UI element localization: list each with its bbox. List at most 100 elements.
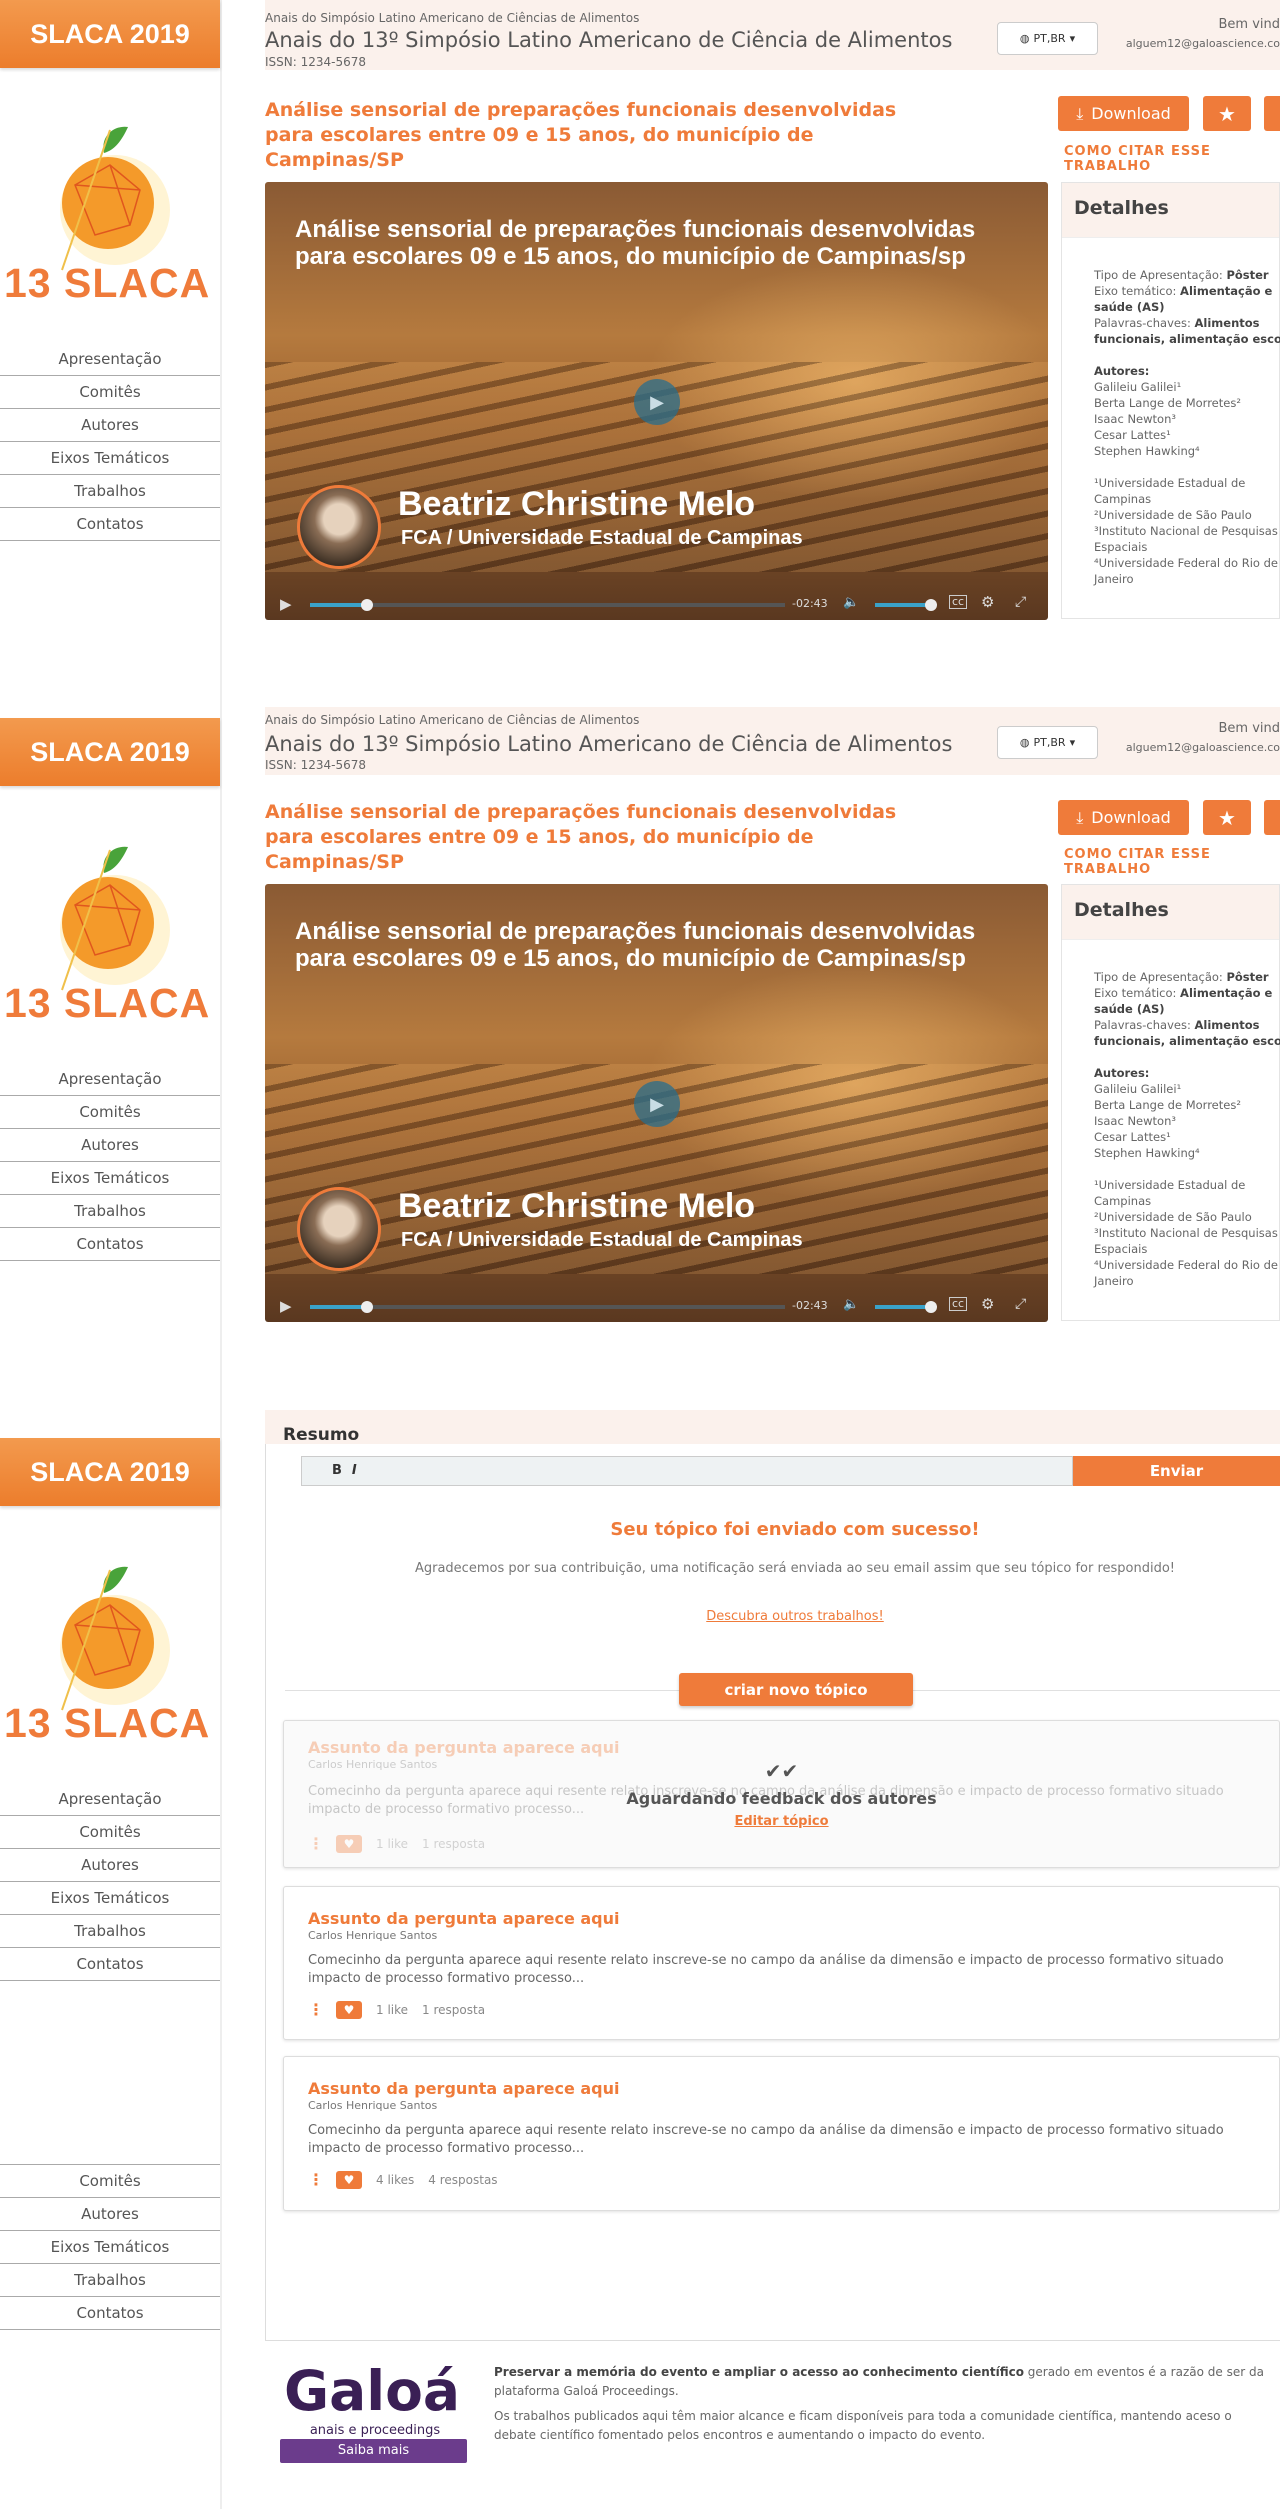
affiliation-item: Janeiro [1094, 572, 1134, 586]
type-label: Tipo de Apresentação: [1094, 970, 1223, 984]
play-icon[interactable]: ▶ [634, 379, 680, 425]
footer-paragraph-2: Os trabalhos publicados aqui têm maior a… [494, 2409, 1232, 2442]
header-issn: ISSN: 1234-5678 [265, 55, 367, 69]
nav-autores[interactable]: Autores [0, 1849, 220, 1882]
nav-contatos[interactable]: Contatos [0, 1228, 220, 1261]
nav-autores[interactable]: Autores [0, 2198, 220, 2231]
event-badge: SLACA 2019 [0, 1438, 220, 1506]
progress-handle[interactable] [361, 599, 373, 611]
reply-count[interactable]: 4 respostas [428, 2173, 497, 2187]
nav-comites[interactable]: Comitês [0, 1096, 220, 1129]
nav-apresentacao[interactable]: Apresentação [0, 1063, 220, 1096]
heart-icon[interactable]: ♥ [336, 2170, 362, 2189]
saiba-mais-button[interactable]: Saiba mais [280, 2439, 467, 2463]
sidebar-nav-bottom: Comitês Autores Eixos Temáticos Trabalho… [0, 2164, 220, 2330]
author-item: Isaac Newton³ [1094, 1114, 1176, 1128]
nav-eixos[interactable]: Eixos Temáticos [0, 442, 220, 475]
edit-topic-link[interactable]: Editar tópico [734, 1814, 828, 1829]
video-title: Análise sensorial de preparações funcion… [295, 216, 976, 270]
topic-card[interactable]: Assunto da pergunta aparece aqui Carlos … [283, 1886, 1280, 2040]
user-email[interactable]: alguem12@galoascience.co [1126, 741, 1280, 754]
more-button[interactable] [1264, 800, 1280, 835]
play-icon[interactable]: ▶ [634, 1081, 680, 1127]
like-count: 4 likes [376, 2172, 415, 2187]
nav-eixos[interactable]: Eixos Temáticos [0, 1882, 220, 1915]
paper-title: Análise sensorial de preparações funcion… [265, 99, 897, 171]
language-select[interactable]: ◍ PT,BR ▾ [997, 22, 1098, 55]
italic-icon[interactable]: I [352, 1463, 367, 1478]
galoa-subtitle: anais e proceedings [309, 2423, 441, 2438]
user-email[interactable]: alguem12@galoascience.co [1126, 37, 1280, 50]
topic-author: Carlos Henrique Santos [308, 2099, 438, 2112]
fullscreen-icon[interactable]: ⤢ [1015, 1296, 1026, 1312]
nav-comites[interactable]: Comitês [0, 1816, 220, 1849]
nav-contatos[interactable]: Contatos [0, 508, 220, 541]
bold-icon[interactable]: B [332, 1463, 352, 1478]
captions-icon[interactable]: cc [949, 595, 968, 609]
progress-handle[interactable] [361, 1301, 373, 1313]
settings-icon[interactable]: ⚙ [981, 1295, 994, 1313]
play-icon[interactable]: ▶ [280, 1297, 292, 1315]
sidebar-nav: Apresentação Comitês Autores Eixos Temát… [0, 1063, 220, 1261]
nav-trabalhos[interactable]: Trabalhos [0, 475, 220, 508]
play-icon[interactable]: ▶ [280, 595, 292, 613]
nav-autores[interactable]: Autores [0, 1129, 220, 1162]
nav-eixos[interactable]: Eixos Temáticos [0, 1162, 220, 1195]
details-panel: Detalhes Tipo de Apresentação: Pôster Ei… [1061, 182, 1280, 619]
language-value: PT,BR [1033, 736, 1066, 749]
nav-apresentacao[interactable]: Apresentação [0, 343, 220, 376]
author-item: Isaac Newton³ [1094, 412, 1176, 426]
nav-trabalhos[interactable]: Trabalhos [0, 1195, 220, 1228]
volume-icon[interactable]: 🔈 [843, 1297, 859, 1312]
language-select[interactable]: ◍ PT,BR ▾ [997, 726, 1098, 759]
author-item: Stephen Hawking⁴ [1094, 444, 1200, 458]
chevron-down-icon: ▾ [1069, 736, 1076, 749]
nav-trabalhos[interactable]: Trabalhos [0, 1915, 220, 1948]
pending-overlay: ✔✔ Aguardando feedback dos autores Edita… [284, 1721, 1279, 1867]
reply-count[interactable]: 1 resposta [422, 2003, 485, 2017]
nav-trabalhos[interactable]: Trabalhos [0, 2264, 220, 2297]
send-button[interactable]: Enviar [1073, 1456, 1280, 1486]
nav-contatos[interactable]: Contatos [0, 2297, 220, 2330]
favorite-button[interactable]: ★ [1203, 800, 1251, 835]
video-player[interactable]: Análise sensorial de preparações funcion… [265, 182, 1048, 620]
like-count: 1 like [376, 2002, 409, 2017]
cite-link[interactable]: COMO CITAR ESSE TRABALHO [1064, 847, 1280, 877]
volume-handle[interactable] [925, 1301, 937, 1313]
more-options-icon[interactable]: ⋮ [308, 2000, 324, 2019]
nav-autores[interactable]: Autores [0, 409, 220, 442]
topic-editor-toolbar[interactable]: BI [301, 1456, 1073, 1486]
nav-comites[interactable]: Comitês [0, 376, 220, 409]
volume-handle[interactable] [925, 599, 937, 611]
settings-icon[interactable]: ⚙ [981, 593, 994, 611]
topic-question[interactable]: Assunto da pergunta aparece aqui [308, 2079, 620, 2098]
volume-icon[interactable]: 🔈 [843, 595, 859, 610]
details-heading: Detalhes [1062, 885, 1279, 940]
progress-bar[interactable] [310, 603, 785, 607]
star-icon: ★ [1218, 805, 1236, 830]
download-button[interactable]: ⤓ Download [1058, 96, 1189, 131]
fullscreen-icon[interactable]: ⤢ [1015, 594, 1026, 610]
more-options-icon[interactable]: ⋮ [308, 2170, 324, 2189]
video-player[interactable]: Análise sensorial de preparações funcion… [265, 884, 1048, 1322]
cite-link[interactable]: COMO CITAR ESSE TRABALHO [1064, 144, 1280, 174]
new-topic-button[interactable]: criar novo tópico [679, 1673, 913, 1706]
globe-icon: ◍ [1019, 32, 1030, 45]
nav-eixos[interactable]: Eixos Temáticos [0, 2231, 220, 2264]
details-body: Tipo de Apresentação: Pôster Eixo temáti… [1062, 238, 1280, 587]
nav-apresentacao[interactable]: Apresentação [0, 1783, 220, 1816]
galoa-brand: Galoá [284, 2359, 461, 2423]
success-title: Seu tópico foi enviado com sucesso! [610, 1519, 980, 1540]
nav-contatos[interactable]: Contatos [0, 1948, 220, 1981]
progress-bar[interactable] [310, 1305, 785, 1309]
heart-icon[interactable]: ♥ [336, 2000, 362, 2019]
captions-icon[interactable]: cc [949, 1297, 968, 1311]
author-item: Berta Lange de Morretes² [1094, 1098, 1241, 1112]
discover-link[interactable]: Descubra outros trabalhos! [265, 1609, 1280, 1624]
topic-question[interactable]: Assunto da pergunta aparece aqui [308, 1909, 620, 1928]
nav-comites[interactable]: Comitês [0, 2165, 220, 2198]
topic-card[interactable]: Assunto da pergunta aparece aqui Carlos … [283, 2056, 1280, 2211]
download-button[interactable]: ⤓ Download [1058, 800, 1189, 835]
favorite-button[interactable]: ★ [1203, 96, 1251, 131]
more-button[interactable] [1264, 96, 1280, 131]
